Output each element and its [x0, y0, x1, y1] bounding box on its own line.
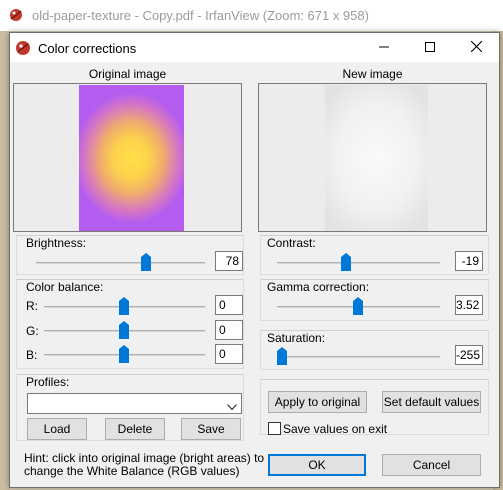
- chevron-down-icon: [227, 400, 237, 414]
- saturation-field[interactable]: -255: [455, 345, 483, 365]
- saturation-slider-track[interactable]: [277, 356, 440, 358]
- contrast-field[interactable]: -19: [455, 251, 483, 271]
- close-button[interactable]: [453, 33, 499, 62]
- save-values-on-exit-label[interactable]: Save values on exit: [283, 422, 387, 436]
- hint-line-1: Hint: click into original image (bright …: [24, 451, 265, 465]
- brightness-slider-thumb[interactable]: [141, 253, 151, 271]
- close-icon: [470, 40, 482, 55]
- profiles-label: Profiles:: [26, 375, 70, 389]
- cancel-button[interactable]: Cancel: [382, 454, 481, 476]
- r-slider-thumb[interactable]: [119, 297, 129, 315]
- g-field[interactable]: 0: [215, 320, 243, 340]
- maximize-button[interactable]: [407, 33, 453, 62]
- load-button[interactable]: Load: [27, 418, 87, 440]
- app-titlebar: old-paper-texture - Copy.pdf - IrfanView…: [0, 0, 503, 31]
- irfanview-dialog-icon: [14, 39, 32, 57]
- ok-button[interactable]: OK: [268, 454, 366, 476]
- set-default-values-button[interactable]: Set default values: [382, 391, 481, 413]
- minimize-button[interactable]: [361, 33, 407, 62]
- contrast-label: Contrast:: [267, 236, 316, 250]
- gamma-field[interactable]: 3.52: [455, 295, 483, 315]
- dialog-title: Color corrections: [38, 41, 137, 56]
- new-image-label: New image: [342, 67, 403, 81]
- minimize-icon: [379, 41, 389, 55]
- irfanview-app-icon: [8, 7, 24, 23]
- gamma-slider-thumb[interactable]: [353, 297, 363, 315]
- r-field[interactable]: 0: [215, 295, 243, 315]
- original-image-thumbnail[interactable]: [79, 85, 184, 231]
- b-label: B:: [26, 348, 38, 362]
- b-slider-thumb[interactable]: [119, 345, 129, 363]
- app-window-title: old-paper-texture - Copy.pdf - IrfanView…: [32, 8, 369, 23]
- original-image-label: Original image: [88, 67, 167, 81]
- brightness-slider-track[interactable]: [36, 262, 205, 264]
- dialog-titlebar[interactable]: Color corrections: [10, 33, 499, 62]
- contrast-slider-track[interactable]: [277, 262, 440, 264]
- new-image-thumbnail: [325, 85, 428, 231]
- delete-button[interactable]: Delete: [105, 418, 165, 440]
- saturation-slider-thumb[interactable]: [277, 347, 287, 365]
- save-values-on-exit-checkbox[interactable]: [268, 422, 281, 435]
- b-field[interactable]: 0: [215, 344, 243, 364]
- original-image-preview[interactable]: [13, 83, 242, 232]
- saturation-label: Saturation:: [267, 331, 326, 345]
- gamma-label: Gamma correction:: [267, 280, 370, 294]
- maximize-icon: [425, 41, 435, 55]
- color-corrections-dialog: Color corrections Original image New ima…: [9, 32, 500, 488]
- r-label: R:: [26, 299, 38, 313]
- contrast-slider-thumb[interactable]: [341, 253, 351, 271]
- brightness-label: Brightness:: [26, 236, 87, 250]
- profiles-dropdown[interactable]: [27, 393, 242, 414]
- save-button[interactable]: Save: [181, 418, 241, 440]
- hint-line-2: change the White Balance (RGB values): [24, 464, 240, 478]
- new-image-preview: [258, 83, 487, 232]
- g-slider-thumb[interactable]: [119, 321, 129, 339]
- color-balance-label: Color balance:: [26, 280, 104, 294]
- brightness-field[interactable]: 78: [215, 251, 243, 271]
- g-label: G:: [26, 324, 39, 338]
- apply-to-original-button[interactable]: Apply to original: [268, 391, 367, 413]
